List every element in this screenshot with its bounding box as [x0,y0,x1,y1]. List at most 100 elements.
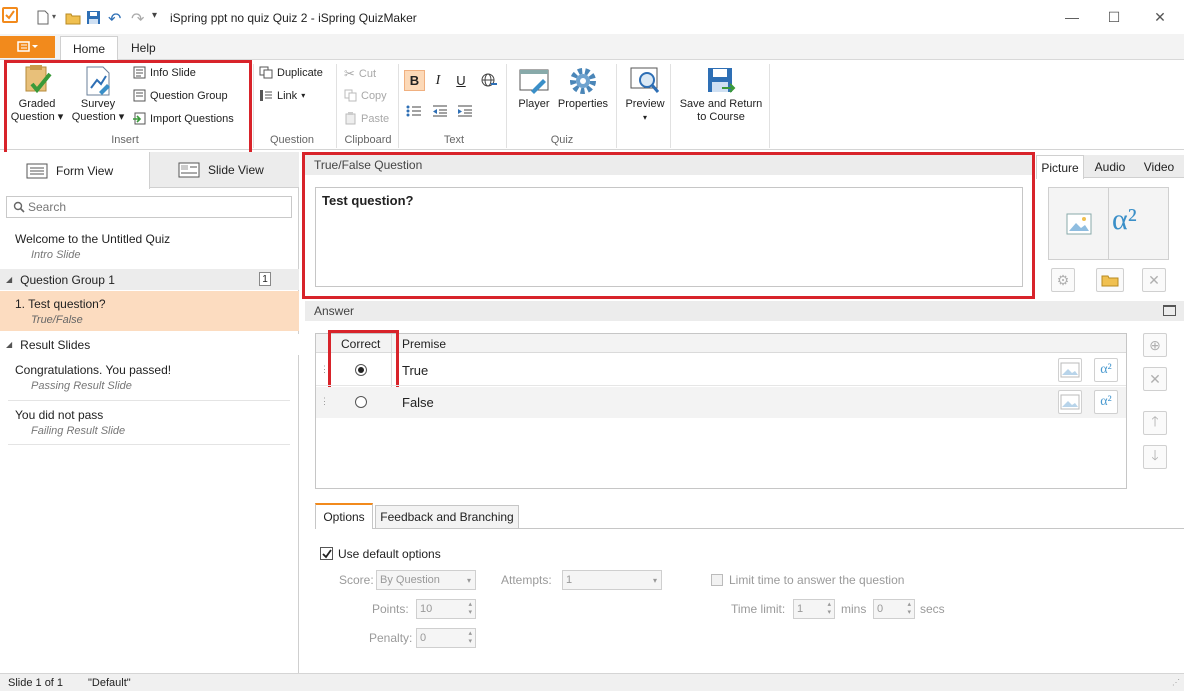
points-input[interactable]: 10 ▴ ▾ [416,599,476,619]
group-count-badge: 1 [259,272,271,286]
title-bar: ▾ ↶ ↷ ▾ iSpring ppt no quiz Quiz 2 - iSp… [0,0,1184,34]
decrease-indent-icon[interactable] [432,104,448,118]
duplicate-button[interactable]: Duplicate [259,66,323,79]
points-label: Points: [372,602,409,616]
tab-picture[interactable]: Picture [1036,155,1084,179]
list-item-question-1[interactable]: 1. Test question? True/False [0,291,299,331]
save-icon[interactable] [86,10,101,25]
media-open-button[interactable] [1096,268,1124,292]
scissors-icon: ✂ [344,66,355,81]
player-button[interactable]: Player [514,64,554,111]
tab-slide-view[interactable]: Slide View [178,152,264,188]
close-button[interactable]: ✕ [1149,6,1171,28]
answer-header: Answer [314,304,355,318]
media-settings-button[interactable]: ⚙ [1051,268,1075,292]
maximize-panel-icon[interactable] [1163,305,1176,316]
search-icon [13,201,25,213]
collapse-icon: ◢ [6,340,13,349]
list-item-intro[interactable]: Welcome to the Untitled Quiz Intro Slide [15,232,170,261]
gear-icon: ⚙ [1056,271,1070,288]
paste-button[interactable]: Paste [344,112,389,125]
clipboard-group-label: Clipboard [344,134,392,146]
hyperlink-icon[interactable] [480,72,498,89]
close-icon: ✕ [1149,370,1161,387]
arrow-down-icon: 🡓 [1151,447,1159,463]
stepper-icon: ▴ ▾ [468,601,472,616]
answer-picture-button[interactable] [1058,358,1082,382]
stepper-icon: ▴ ▾ [907,601,911,616]
open-folder-icon[interactable] [65,11,81,25]
cut-button[interactable]: ✂ Cut [344,66,376,82]
copy-button[interactable]: Copy [344,89,387,102]
italic-button[interactable]: I [430,70,446,91]
undo-icon[interactable]: ↶ [108,9,121,29]
tab-help[interactable]: Help [119,36,168,60]
file-menu-button[interactable] [0,36,55,58]
search-input[interactable]: Search [6,196,292,218]
tab-feedback-branching[interactable]: Feedback and Branching [375,505,519,528]
use-default-checkbox[interactable] [320,547,333,560]
tab-options[interactable]: Options [315,503,373,529]
maximize-button[interactable]: ☐ [1103,6,1125,28]
chevron-down-icon: ▾ [652,575,657,585]
premise-true[interactable]: True [402,363,428,378]
increase-indent-icon[interactable] [457,104,473,118]
bold-button[interactable]: B [404,70,425,91]
table-row[interactable] [316,387,1126,418]
tab-form-view[interactable]: Form View [0,152,150,189]
chevron-down-icon[interactable]: ▾ [52,12,56,21]
slide-counter: Slide 1 of 1 [8,677,64,689]
tab-audio[interactable]: Audio [1086,155,1134,178]
correct-radio-true[interactable] [355,364,367,376]
tab-video[interactable]: Video [1136,155,1182,178]
preview-button[interactable]: Preview ▾ [622,64,668,124]
gear-icon [570,68,596,94]
table-row[interactable] [316,354,1126,386]
new-file-icon[interactable] [36,10,50,25]
attempts-select[interactable]: 1 ▾ [562,570,662,590]
plus-icon: ⊕ [1149,336,1161,353]
secs-label: secs [920,602,945,616]
question-group-header[interactable]: ◢ Question Group 1 1 [0,269,299,290]
answer-formula-button[interactable]: α² [1094,358,1118,382]
collapse-icon: ◢ [6,275,13,284]
seconds-input[interactable]: 0 ▴ ▾ [873,599,915,619]
app-logo-icon [2,7,18,23]
status-bar: Slide 1 of 1 "Default" ⋰ [0,673,1184,691]
tab-home[interactable]: Home [60,36,119,60]
bullet-list-icon[interactable] [406,104,422,118]
list-item-fail[interactable]: You did not pass Failing Result Slide [15,408,125,437]
underline-button[interactable]: U [453,70,469,91]
drag-handle-icon[interactable]: ⋮ [320,396,329,407]
score-select[interactable]: By Question ▾ [376,570,476,590]
stepper-icon: ▴ ▾ [827,601,831,616]
correct-radio-false[interactable] [355,396,367,408]
insert-picture-button[interactable] [1049,188,1109,259]
insert-highlight-box [4,60,252,156]
result-slides-header[interactable]: ◢ Result Slides [0,334,299,355]
penalty-input[interactable]: 0 ▴ ▾ [416,628,476,648]
delete-answer-button[interactable]: ✕ [1143,367,1167,391]
stepper-icon: ▴ ▾ [468,630,472,645]
media-delete-button[interactable]: ✕ [1142,268,1166,292]
limit-time-checkbox[interactable] [711,574,723,586]
drag-handle-icon[interactable]: ⋮ [320,364,329,375]
redo-icon[interactable]: ↷ [131,9,144,29]
move-up-button[interactable]: 🡑 [1143,411,1167,435]
link-button[interactable]: Link ▾ [259,89,305,102]
resize-grip-icon[interactable]: ⋰ [1172,678,1180,687]
customize-toolbar-icon[interactable]: ▾ [152,10,157,21]
column-premise[interactable]: Premise [402,337,446,351]
add-answer-button[interactable]: ⊕ [1143,333,1167,357]
minimize-button[interactable]: — [1061,6,1083,28]
move-down-button[interactable]: 🡓 [1143,445,1167,469]
list-item-pass[interactable]: Congratulations. You passed! Passing Res… [15,363,171,392]
minutes-input[interactable]: 1 ▴ ▾ [793,599,835,619]
answer-formula-button[interactable]: α² [1094,390,1118,414]
save-and-return-button[interactable]: Save and Return to Course [674,64,768,124]
properties-button[interactable]: Properties [556,64,610,111]
formula-button[interactable]: α² [1112,203,1137,237]
premise-false[interactable]: False [402,395,434,410]
ribbon-tab-row [0,34,1184,60]
answer-picture-button[interactable] [1058,390,1082,414]
